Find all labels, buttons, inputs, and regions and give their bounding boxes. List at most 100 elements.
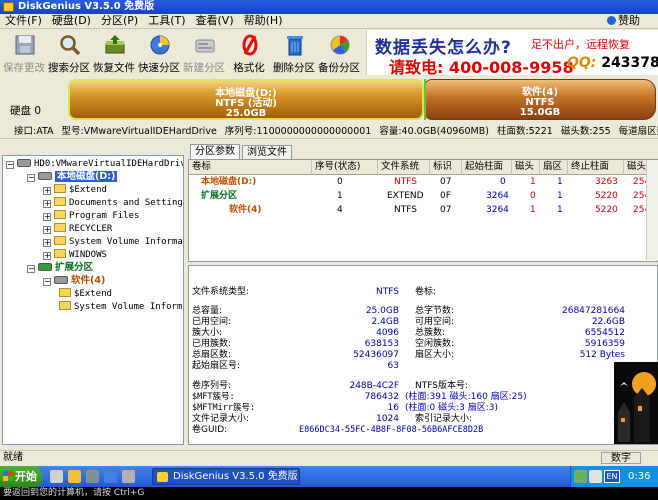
tree-node-folder[interactable]: + RECYCLER: [43, 223, 112, 235]
table-scrollbar[interactable]: [646, 160, 658, 260]
collapse-icon[interactable]: −: [43, 278, 51, 286]
tree-node-folder[interactable]: + Program Files: [43, 210, 139, 222]
format-button[interactable]: 格式化: [227, 30, 271, 75]
tree-node-folder[interactable]: + Documents and Settings: [43, 197, 183, 209]
menu-file[interactable]: 文件(F): [0, 14, 47, 28]
menu-tools[interactable]: 工具(T): [143, 14, 190, 28]
detail-value: 4096: [376, 328, 399, 338]
menu-disk[interactable]: 硬盘(D): [47, 14, 96, 28]
expand-icon[interactable]: +: [43, 252, 51, 260]
ie-icon[interactable]: [104, 470, 117, 483]
ad-qq-number: 2433789: [601, 55, 658, 71]
tab-partition-params[interactable]: 分区参数: [190, 144, 240, 159]
col-header-head[interactable]: 磁头: [512, 160, 540, 175]
menu-partition[interactable]: 分区(P): [96, 14, 143, 28]
detail-key: 起始扇区号:: [192, 361, 241, 371]
menu-view[interactable]: 查看(V): [191, 14, 239, 28]
collapse-icon[interactable]: −: [6, 161, 14, 169]
detail-key: 可用空间:: [415, 317, 455, 327]
detail-key: 扇区大小:: [415, 350, 455, 360]
col-header-id[interactable]: 标识: [430, 160, 462, 175]
status-text: 就绪: [3, 452, 23, 463]
new-partition-icon: [195, 39, 215, 53]
search-partition-button[interactable]: 搜索分区: [47, 30, 91, 75]
new-partition-button[interactable]: 新建分区: [182, 30, 226, 75]
detail-key: 总簇数:: [415, 328, 446, 338]
recover-files-button[interactable]: 恢复文件: [92, 30, 136, 75]
ad-banner[interactable]: 数据丢失怎么办? 足不出户，远程恢复 请致电: 400-008-9958 QQ:…: [366, 30, 658, 75]
disk-map: 硬盘 0 本地磁盘(D:) NTFS (活动) 25.0GB 软件(4) NTF…: [0, 76, 658, 124]
col-header-label[interactable]: 卷标: [189, 160, 312, 175]
taskbar-button-label: DiskGenius V3.5.0 免费版: [173, 471, 298, 482]
table-row[interactable]: 扩展分区 1 EXTEND 0F 3264 0 1 5220 254: [189, 190, 657, 203]
expand-icon[interactable]: +: [43, 213, 51, 221]
partition-block-software[interactable]: 软件(4) NTFS 15.0GB: [424, 79, 656, 120]
tab-strip: 分区参数 浏览文件: [188, 144, 658, 159]
index-size-label: 索引记录大小:: [415, 414, 473, 424]
disk-tree: − HD0:VMwareVirtualIDEHardDrive(40GB) − 本地…: [2, 155, 184, 445]
tree-node-d[interactable]: − 本地磁盘(D:): [27, 171, 118, 183]
quick-partition-button[interactable]: 快速分区: [137, 30, 181, 75]
guid-label: 卷GUID:: [192, 425, 228, 435]
backup-partition-button[interactable]: 备份分区: [317, 30, 361, 75]
mftmirr-label: $MFTMirr簇号:: [192, 403, 256, 413]
tree-label: RECYCLER: [69, 224, 113, 234]
tree-node-hd0[interactable]: − HD0:VMwareVirtualIDEHardDrive(40GB): [6, 158, 183, 170]
detail-key: 已用空间:: [192, 317, 232, 327]
expand-icon[interactable]: +: [43, 187, 51, 195]
row-fs: NTFS: [394, 205, 417, 215]
col-header-start-cyl[interactable]: 起始柱面: [462, 160, 512, 175]
tree-node-extended[interactable]: − 扩展分区: [27, 262, 93, 274]
save-changes-button[interactable]: 保存更改: [2, 30, 46, 75]
partition-block-d[interactable]: 本地磁盘(D:) NTFS (活动) 25.0GB: [68, 79, 424, 120]
disk-info-bar: 接口:ATA 型号:VMwareVirtualIDEHardDrive 序列号:11…: [0, 125, 658, 139]
folder-icon: [54, 184, 66, 193]
table-row[interactable]: 软件(4) 4 NTFS 07 3264 1 1 5220 254: [189, 204, 657, 217]
collapse-icon[interactable]: −: [27, 265, 35, 273]
delete-partition-button[interactable]: 删除分区: [272, 30, 316, 75]
taskbar-button-diskgenius[interactable]: DiskGenius V3.5.0 免费版: [152, 468, 300, 485]
start-button[interactable]: 开始: [0, 466, 42, 487]
detail-key: 总容量:: [192, 306, 223, 316]
expand-icon[interactable]: +: [43, 226, 51, 234]
row-end-cyl: 5220: [595, 191, 618, 201]
col-header-fs[interactable]: 文件系统: [378, 160, 430, 175]
detail-value: 52436097: [353, 350, 399, 360]
tree-node-folder[interactable]: System Volume Information: [59, 301, 183, 313]
col-header-index[interactable]: 序号(状态): [312, 160, 378, 175]
folder-icon: [54, 210, 66, 219]
show-desktop-icon[interactable]: [50, 470, 63, 483]
menu-help[interactable]: 帮助(H): [239, 14, 288, 28]
collapse-icon[interactable]: −: [27, 174, 35, 182]
detail-key: 空闲簇数:: [415, 339, 455, 349]
tree-node-software[interactable]: − 软件(4): [43, 275, 105, 287]
detail-key: 已用簇数:: [192, 339, 232, 349]
tree-node-folder[interactable]: + $Extend: [43, 184, 107, 196]
tree-node-folder[interactable]: + WINDOWS: [43, 249, 107, 261]
sponsor-label: 赞助: [618, 14, 640, 27]
volume-icon[interactable]: [589, 470, 602, 483]
table-row[interactable]: 本地磁盘(D:) 0 NTFS 07 0 1 1 3263 254: [189, 176, 657, 189]
quicklaunch-icon[interactable]: [86, 470, 99, 483]
window-title: DiskGenius V3.5.0 免费版: [18, 1, 155, 12]
explorer-icon[interactable]: [68, 470, 81, 483]
language-indicator[interactable]: EN: [604, 470, 620, 483]
tree-node-folder[interactable]: $Extend: [59, 288, 112, 300]
disk-capacity: 容量:40.0GB(40960MB): [379, 126, 489, 137]
partition-divider: [424, 79, 426, 120]
detail-value: 2.4GB: [371, 317, 399, 327]
tree-label: System Volume Information: [69, 237, 183, 247]
hard-drive-icon: [17, 159, 31, 167]
col-header-end-cyl[interactable]: 终止柱面: [568, 160, 624, 175]
ad-qq-label: QQ:: [567, 55, 597, 71]
expand-icon[interactable]: +: [43, 200, 51, 208]
quicklaunch-icon[interactable]: [122, 470, 135, 483]
expand-icon[interactable]: +: [43, 239, 51, 247]
disk-cylinders: 柱面数:5221: [496, 126, 553, 137]
row-head: 0: [530, 191, 536, 201]
col-header-sector[interactable]: 扇区: [540, 160, 568, 175]
tab-browse-files[interactable]: 浏览文件: [242, 145, 292, 159]
tree-node-folder[interactable]: + System Volume Information: [43, 236, 183, 248]
network-icon[interactable]: [574, 470, 587, 483]
sponsor-link[interactable]: 赞助: [607, 14, 640, 28]
